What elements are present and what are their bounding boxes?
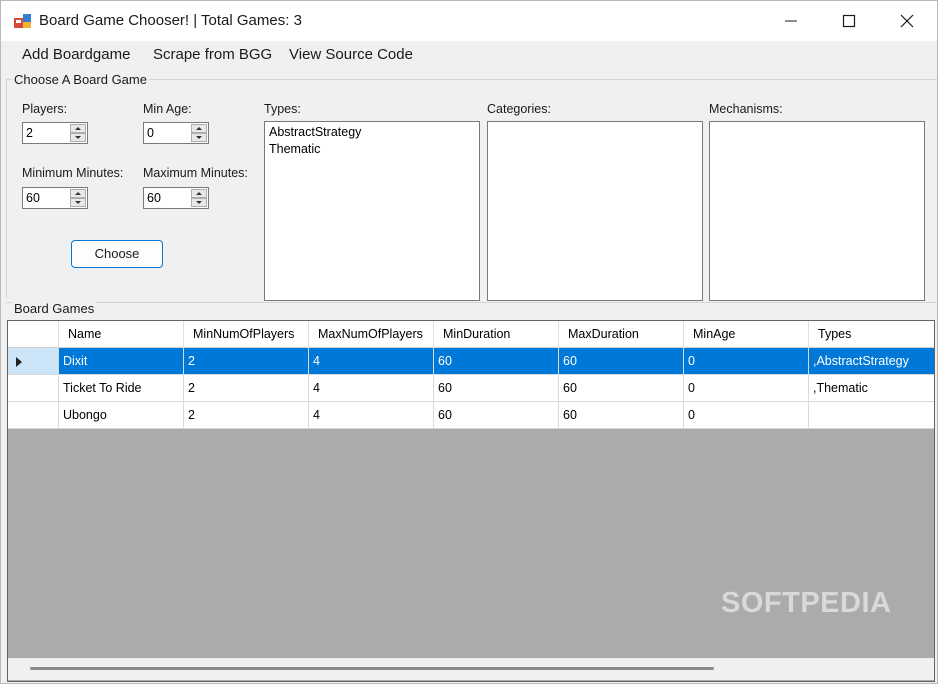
column-header-max-duration[interactable]: MaxDuration — [559, 321, 684, 348]
categories-label: Categories: — [487, 102, 551, 116]
menu-add-boardgame[interactable]: Add Boardgame — [22, 46, 130, 63]
board-games-grid[interactable]: Name MinNumOfPlayers MaxNumOfPlayers Min… — [7, 320, 935, 682]
types-list-item[interactable]: Thematic — [265, 141, 479, 158]
cell-min-age[interactable]: 0 — [684, 402, 809, 429]
spin-up-icon[interactable] — [70, 124, 86, 133]
min-minutes-value: 60 — [26, 191, 40, 205]
table-row[interactable]: Dixit 2 4 60 60 0 ,AbstractStrategy — [8, 348, 934, 375]
spin-down-icon[interactable] — [70, 198, 86, 207]
cell-name[interactable]: Dixit — [59, 348, 184, 375]
cell-min-players[interactable]: 2 — [184, 348, 309, 375]
close-icon — [900, 14, 914, 28]
column-header-types[interactable]: Types — [809, 321, 934, 348]
mechanisms-listbox[interactable] — [709, 121, 925, 301]
cell-max-players[interactable]: 4 — [309, 348, 434, 375]
row-header[interactable] — [8, 402, 59, 429]
spin-up-icon[interactable] — [191, 124, 207, 133]
types-list-item[interactable]: AbstractStrategy — [265, 124, 479, 141]
minimize-icon — [785, 20, 797, 22]
cell-name[interactable]: Ticket To Ride — [59, 375, 184, 402]
players-stepper[interactable]: 2 — [22, 122, 88, 144]
max-minutes-label: Maximum Minutes: — [143, 166, 248, 180]
spin-up-icon[interactable] — [191, 189, 207, 198]
cell-max-players[interactable]: 4 — [309, 402, 434, 429]
app-window: Board Game Chooser! | Total Games: 3 Add… — [0, 0, 938, 684]
cell-min-age[interactable]: 0 — [684, 375, 809, 402]
mechanisms-label: Mechanisms: — [709, 102, 783, 116]
board-games-group-label: Board Games — [12, 301, 97, 316]
title-bar: Board Game Chooser! | Total Games: 3 — [1, 1, 937, 41]
grid-header: Name MinNumOfPlayers MaxNumOfPlayers Min… — [8, 321, 934, 348]
menu-view-source-code[interactable]: View Source Code — [289, 46, 413, 63]
cell-min-duration[interactable]: 60 — [434, 348, 559, 375]
row-header[interactable] — [8, 348, 59, 375]
players-label: Players: — [22, 102, 68, 116]
grid-corner-cell — [8, 321, 59, 348]
board-games-group — [6, 302, 936, 309]
players-value: 2 — [26, 126, 33, 140]
cell-types[interactable]: ,AbstractStrategy — [809, 348, 934, 375]
row-header[interactable] — [8, 375, 59, 402]
cell-types[interactable] — [809, 402, 934, 429]
cell-min-players[interactable]: 2 — [184, 375, 309, 402]
menu-bar: Add Boardgame Scrape from BGG View Sourc… — [1, 41, 937, 69]
spin-down-icon[interactable] — [191, 198, 207, 207]
cell-min-duration[interactable]: 60 — [434, 402, 559, 429]
cell-types[interactable]: ,Thematic — [809, 375, 934, 402]
maximize-icon — [842, 14, 856, 28]
min-age-value: 0 — [147, 126, 154, 140]
cell-min-duration[interactable]: 60 — [434, 375, 559, 402]
spin-down-icon[interactable] — [191, 133, 207, 142]
spin-up-icon[interactable] — [70, 189, 86, 198]
horizontal-scrollbar[interactable] — [8, 658, 934, 680]
cell-max-duration[interactable]: 60 — [559, 348, 684, 375]
table-row[interactable]: Ticket To Ride 2 4 60 60 0 ,Thematic — [8, 375, 934, 402]
column-header-min-players[interactable]: MinNumOfPlayers — [184, 321, 309, 348]
cell-max-players[interactable]: 4 — [309, 375, 434, 402]
menu-scrape-from-bgg[interactable]: Scrape from BGG — [153, 46, 272, 63]
min-minutes-stepper-buttons — [70, 189, 86, 207]
max-minutes-stepper[interactable]: 60 — [143, 187, 209, 209]
choose-group-label: Choose A Board Game — [12, 72, 149, 87]
spin-down-icon[interactable] — [70, 133, 86, 142]
cell-min-players[interactable]: 2 — [184, 402, 309, 429]
players-stepper-buttons — [70, 124, 86, 142]
types-listbox[interactable]: AbstractStrategy Thematic — [264, 121, 480, 301]
column-header-min-duration[interactable]: MinDuration — [434, 321, 559, 348]
softpedia-watermark: SOFTPEDIA — [721, 587, 892, 619]
cell-name[interactable]: Ubongo — [59, 402, 184, 429]
column-header-name[interactable]: Name — [59, 321, 184, 348]
min-minutes-label: Minimum Minutes: — [22, 166, 124, 180]
min-age-stepper-buttons — [191, 124, 207, 142]
min-age-label: Min Age: — [143, 102, 192, 116]
minimize-button[interactable] — [762, 1, 820, 41]
close-button[interactable] — [878, 1, 936, 41]
min-minutes-stepper[interactable]: 60 — [22, 187, 88, 209]
table-row[interactable]: Ubongo 2 4 60 60 0 — [8, 402, 934, 429]
maximize-button[interactable] — [820, 1, 878, 41]
max-minutes-value: 60 — [147, 191, 161, 205]
app-icon — [14, 14, 31, 28]
categories-listbox[interactable] — [487, 121, 703, 301]
cell-min-age[interactable]: 0 — [684, 348, 809, 375]
max-minutes-stepper-buttons — [191, 189, 207, 207]
scrollbar-thumb[interactable] — [30, 667, 714, 670]
cell-max-duration[interactable]: 60 — [559, 402, 684, 429]
cell-max-duration[interactable]: 60 — [559, 375, 684, 402]
min-age-stepper[interactable]: 0 — [143, 122, 209, 144]
types-label: Types: — [264, 102, 301, 116]
current-row-arrow-icon — [16, 357, 22, 367]
choose-button[interactable]: Choose — [71, 240, 163, 268]
window-title: Board Game Chooser! | Total Games: 3 — [39, 12, 302, 29]
column-header-min-age[interactable]: MinAge — [684, 321, 809, 348]
column-header-max-players[interactable]: MaxNumOfPlayers — [309, 321, 434, 348]
